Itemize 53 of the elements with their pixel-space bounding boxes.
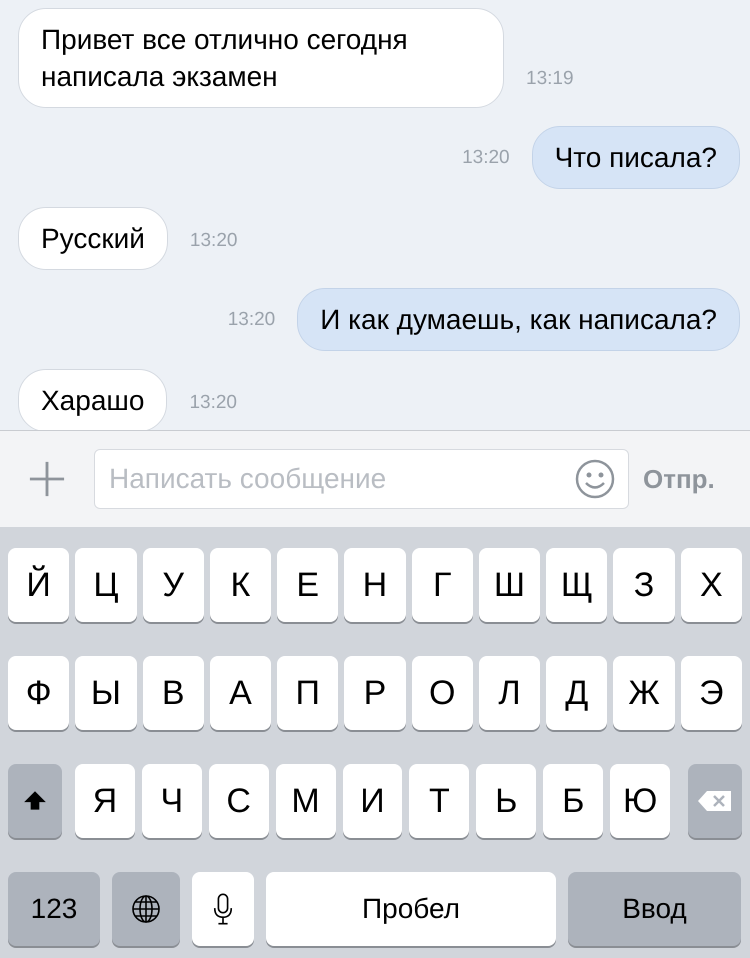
- plus-icon[interactable]: [28, 460, 66, 498]
- message-bubble: Русский: [18, 207, 168, 270]
- letter-key[interactable]: Ш: [478, 548, 540, 622]
- letter-key[interactable]: Б: [543, 764, 604, 838]
- letter-key[interactable]: К: [210, 548, 272, 622]
- letter-key[interactable]: О: [412, 656, 473, 730]
- message-time: 13:19: [526, 68, 574, 90]
- space-key[interactable]: Пробел: [266, 872, 556, 946]
- letter-key[interactable]: С: [208, 764, 269, 838]
- shift-key[interactable]: [8, 764, 62, 838]
- smiley-icon[interactable]: [575, 459, 615, 499]
- return-key[interactable]: Ввод: [568, 872, 741, 946]
- letter-key[interactable]: З: [613, 548, 675, 622]
- backspace-icon: [697, 789, 734, 813]
- microphone-key[interactable]: [192, 872, 254, 946]
- letter-key[interactable]: Ю: [610, 764, 670, 838]
- message-bubble: Харашо: [18, 369, 168, 432]
- letter-key[interactable]: У: [142, 548, 204, 622]
- message-time: 13:20: [190, 230, 238, 252]
- letter-key[interactable]: Ы: [75, 656, 137, 730]
- numbers-key[interactable]: 123: [8, 872, 100, 946]
- letter-key[interactable]: Д: [546, 656, 608, 730]
- message-bubble: Привет все отлично сегодня написала экзамен: [18, 8, 504, 108]
- letter-key[interactable]: Щ: [546, 548, 608, 622]
- message-time: 13:20: [228, 308, 276, 330]
- microphone-icon: [212, 892, 234, 926]
- message-field[interactable]: Написать сообщение: [94, 449, 629, 509]
- letter-key[interactable]: Й: [8, 548, 70, 622]
- message-time: 13:20: [189, 392, 237, 414]
- letter-key[interactable]: Г: [412, 548, 473, 622]
- message-bubble: Что писала?: [532, 126, 740, 189]
- letter-key[interactable]: Я: [74, 764, 135, 838]
- letter-key[interactable]: В: [142, 656, 204, 730]
- letter-key[interactable]: П: [277, 656, 338, 730]
- letter-key[interactable]: Х: [680, 548, 742, 622]
- letter-key[interactable]: И: [342, 764, 402, 838]
- letter-key[interactable]: Ч: [142, 764, 202, 838]
- globe-icon: [130, 893, 162, 925]
- letter-key[interactable]: Ф: [8, 656, 70, 730]
- letter-key[interactable]: Ь: [476, 764, 536, 838]
- globe-key[interactable]: [112, 872, 180, 946]
- letter-key[interactable]: М: [276, 764, 336, 838]
- letter-key[interactable]: Л: [478, 656, 540, 730]
- letter-key[interactable]: Р: [344, 656, 406, 730]
- letter-key[interactable]: Т: [409, 764, 470, 838]
- message-bubble: И как думаешь, как написала?: [297, 288, 740, 351]
- letter-key[interactable]: Э: [680, 656, 742, 730]
- letter-key[interactable]: Н: [344, 548, 406, 622]
- message-time: 13:20: [462, 146, 510, 168]
- letter-key[interactable]: Е: [277, 548, 338, 622]
- letter-key[interactable]: А: [210, 656, 272, 730]
- letter-key[interactable]: Ж: [613, 656, 675, 730]
- letter-key[interactable]: Ц: [75, 548, 137, 622]
